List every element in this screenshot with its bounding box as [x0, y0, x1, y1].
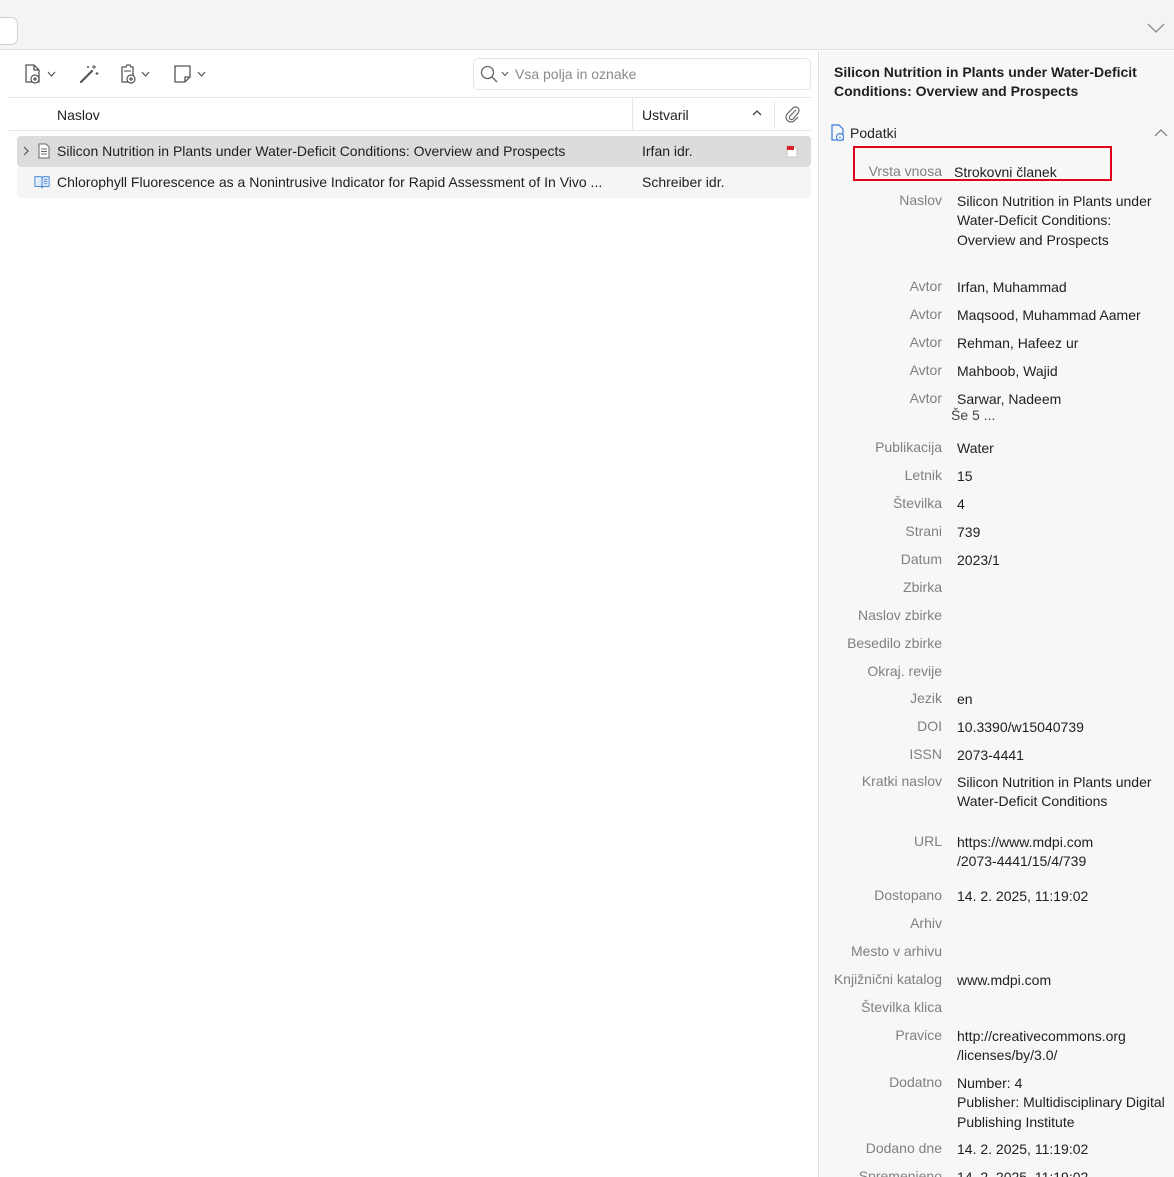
column-title-header[interactable]: Naslov: [57, 107, 100, 123]
field-label: Številka klica: [861, 999, 942, 1015]
field-value[interactable]: 14. 2. 2025, 11:19:02: [957, 887, 1167, 907]
field-value[interactable]: 739: [957, 523, 1167, 543]
search-icon[interactable]: [480, 65, 498, 83]
field-value[interactable]: 4: [957, 495, 1167, 515]
item-creator: Irfan idr.: [642, 143, 693, 159]
more-authors-link[interactable]: Še 5 ...: [951, 407, 995, 423]
sort-ascending-icon[interactable]: [751, 107, 763, 119]
chevron-down-icon: [47, 71, 56, 77]
items-pane: Naslov Ustvaril Silicon Nutrition in Pla…: [0, 51, 819, 1177]
field-value[interactable]: Mahboob, Wajid: [957, 362, 1167, 382]
field-label: Datum: [900, 551, 942, 567]
new-item-button[interactable]: [22, 61, 56, 87]
items-toolbar: [0, 51, 819, 97]
field-label: Številka: [892, 495, 942, 511]
field-value[interactable]: 15: [957, 467, 1167, 487]
paperclip-icon[interactable]: [783, 105, 801, 123]
field-label: Avtor: [909, 334, 942, 350]
item-details-pane: Silicon Nutrition in Plants under Water-…: [820, 51, 1174, 1177]
chevron-down-icon: [141, 71, 150, 77]
add-attachment-icon: [121, 64, 136, 84]
field-label: Naslov: [899, 192, 942, 208]
field-label: Pravice: [895, 1027, 942, 1043]
field-label: Kratki naslov: [861, 773, 942, 789]
field-value[interactable]: 10.3390/w15040739: [957, 718, 1167, 738]
field-value[interactable]: Silicon Nutrition in Plants under Water-…: [957, 192, 1167, 251]
magic-wand-icon: [79, 65, 99, 84]
field-value[interactable]: www.mdpi.com: [957, 971, 1167, 991]
new-note-icon: [174, 65, 191, 83]
item-creator: Schreiber idr.: [642, 174, 725, 190]
item-title: Silicon Nutrition in Plants under Water-…: [57, 143, 566, 159]
table-row[interactable]: Silicon Nutrition in Plants under Water-…: [17, 136, 811, 167]
field-label: Besedilo zbirke: [847, 635, 942, 651]
field-label: Vrsta vnosa: [868, 163, 942, 179]
new-item-icon: [25, 64, 40, 84]
library-tab[interactable]: [0, 17, 18, 45]
pdf-attachment-icon[interactable]: [786, 145, 798, 158]
field-value[interactable]: Irfan, Muhammad: [957, 278, 1167, 298]
field-value[interactable]: Silicon Nutrition in Plants under Water-…: [957, 773, 1167, 812]
field-value[interactable]: Number: 4 Publisher: Multidisciplinary D…: [957, 1074, 1167, 1133]
field-value[interactable]: Maqsood, Muhammad Aamer: [957, 306, 1167, 326]
table-row[interactable]: Chlorophyll Fluorescence as a Nonintrusi…: [17, 167, 811, 198]
chevron-down-icon: [197, 71, 206, 77]
field-value[interactable]: Water: [957, 439, 1167, 459]
column-divider[interactable]: [774, 101, 775, 127]
document-icon: [38, 143, 50, 159]
field-label: Naslov zbirke: [857, 607, 942, 623]
field-label: Mesto v arhivu: [850, 943, 942, 959]
field-value[interactable]: Strokovni članek: [954, 163, 1164, 183]
field-label: Arhiv: [910, 915, 942, 931]
chevron-up-icon[interactable]: [1154, 128, 1168, 138]
info-document-icon: [831, 124, 845, 142]
field-label: Spremenjeno: [858, 1168, 942, 1177]
column-creator-header[interactable]: Ustvaril: [642, 107, 689, 123]
field-value[interactable]: 14. 2. 2025, 11:19:02: [957, 1168, 1167, 1177]
column-divider[interactable]: [632, 98, 633, 130]
field-value[interactable]: en: [957, 690, 1167, 710]
field-label: ISSN: [909, 746, 942, 762]
chevron-down-icon[interactable]: [1146, 20, 1166, 36]
field-label: URL: [913, 833, 942, 849]
info-section-header[interactable]: Podatki: [830, 124, 897, 142]
add-by-identifier-button[interactable]: [78, 61, 100, 87]
field-value[interactable]: 2023/1: [957, 551, 1167, 571]
field-label: Zbirka: [903, 579, 942, 595]
field-label: Okraj. revije: [867, 663, 942, 679]
search-input[interactable]: [515, 66, 795, 82]
field-label: Avtor: [909, 390, 942, 406]
add-attachment-button[interactable]: [116, 61, 150, 87]
field-label: Jezik: [910, 690, 942, 706]
item-title: Chlorophyll Fluorescence as a Nonintrusi…: [57, 174, 603, 190]
search-box[interactable]: [473, 58, 811, 90]
field-label: Avtor: [909, 278, 942, 294]
field-label: Dodatno: [889, 1074, 942, 1090]
column-header: Naslov Ustvaril: [9, 97, 811, 131]
item-details-title: Silicon Nutrition in Plants under Water-…: [834, 64, 1137, 99]
chevron-down-icon[interactable]: [501, 71, 509, 77]
tab-bar: [0, 0, 1174, 50]
field-label: Dodano dne: [865, 1140, 942, 1156]
field-label: Knjižnični katalog: [833, 971, 942, 987]
field-label: Dostopano: [874, 887, 942, 903]
field-value[interactable]: Rehman, Hafeez ur: [957, 334, 1167, 354]
field-label: Publikacija: [875, 439, 942, 455]
items-list: Silicon Nutrition in Plants under Water-…: [17, 136, 811, 198]
field-value[interactable]: http://creativecommons.org/licenses/by/3…: [957, 1027, 1167, 1066]
chevron-right-icon[interactable]: [21, 145, 31, 157]
field-label: DOI: [917, 718, 942, 734]
field-label: Avtor: [909, 362, 942, 378]
field-value[interactable]: 2073-4441: [957, 746, 1167, 766]
book-icon: [34, 176, 50, 189]
field-label: Strani: [905, 523, 942, 539]
new-note-button[interactable]: [172, 61, 206, 87]
field-value[interactable]: https://www.mdpi.com/2073-4441/15/4/739: [957, 833, 1167, 872]
field-value[interactable]: 14. 2. 2025, 11:19:02: [957, 1140, 1167, 1160]
section-title: Podatki: [850, 125, 897, 141]
field-label: Letnik: [904, 467, 942, 483]
field-label: Avtor: [909, 306, 942, 322]
